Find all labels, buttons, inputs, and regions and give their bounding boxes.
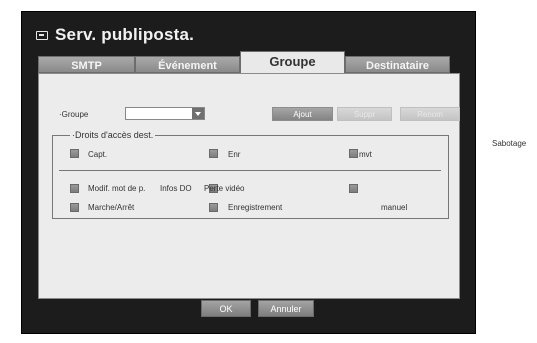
window-title: Serv. publiposta. — [55, 25, 195, 44]
tamper-label: Sabotage — [492, 139, 527, 148]
tab-event[interactable]: Événement — [135, 56, 240, 73]
change-password-label: Modif. mot de p. — [88, 184, 146, 193]
recording-label: Enregistrement — [228, 203, 283, 212]
motion-label: mvt — [359, 150, 372, 159]
motion-checkbox[interactable] — [349, 149, 358, 158]
divider — [59, 170, 441, 171]
capture-label: Capt. — [88, 150, 108, 159]
di-info-label: Infos DO — [160, 184, 192, 193]
ok-button[interactable]: OK — [201, 300, 251, 317]
tab-group[interactable]: Groupe — [240, 51, 345, 73]
power-label: Marche/Arrêt — [88, 203, 135, 212]
video-loss-label: Perte vidéo — [204, 184, 245, 193]
rename-button[interactable]: Renom — [400, 107, 460, 121]
power-checkbox[interactable] — [70, 203, 79, 212]
group-label: ·Groupe — [59, 110, 89, 119]
delete-button[interactable]: Suppr — [337, 107, 392, 121]
group-select[interactable] — [125, 107, 205, 120]
manual-label: manuel — [381, 203, 408, 212]
tab-smtp[interactable]: SMTP — [38, 56, 135, 73]
add-button[interactable]: Ajout — [272, 107, 333, 121]
chevron-down-icon[interactable] — [192, 108, 204, 119]
recording-checkbox[interactable] — [209, 203, 218, 212]
tab-recipient[interactable]: Destinataire — [345, 56, 450, 73]
record-label: Enr — [228, 150, 241, 159]
window-icon — [36, 31, 48, 40]
change-password-checkbox[interactable] — [70, 184, 79, 193]
record-checkbox[interactable] — [209, 149, 218, 158]
capture-checkbox[interactable] — [70, 149, 79, 158]
group-settings-panel: ·Groupe Ajout Suppr Renom ·Droits d'accè… — [38, 73, 460, 299]
access-rights-title: ·Droits d'accès dest. — [70, 130, 156, 140]
email-settings-window: Serv. publiposta. SMTP Événement Groupe … — [21, 11, 476, 334]
extra-checkbox[interactable] — [349, 184, 358, 193]
cancel-button[interactable]: Annuler — [258, 300, 314, 317]
